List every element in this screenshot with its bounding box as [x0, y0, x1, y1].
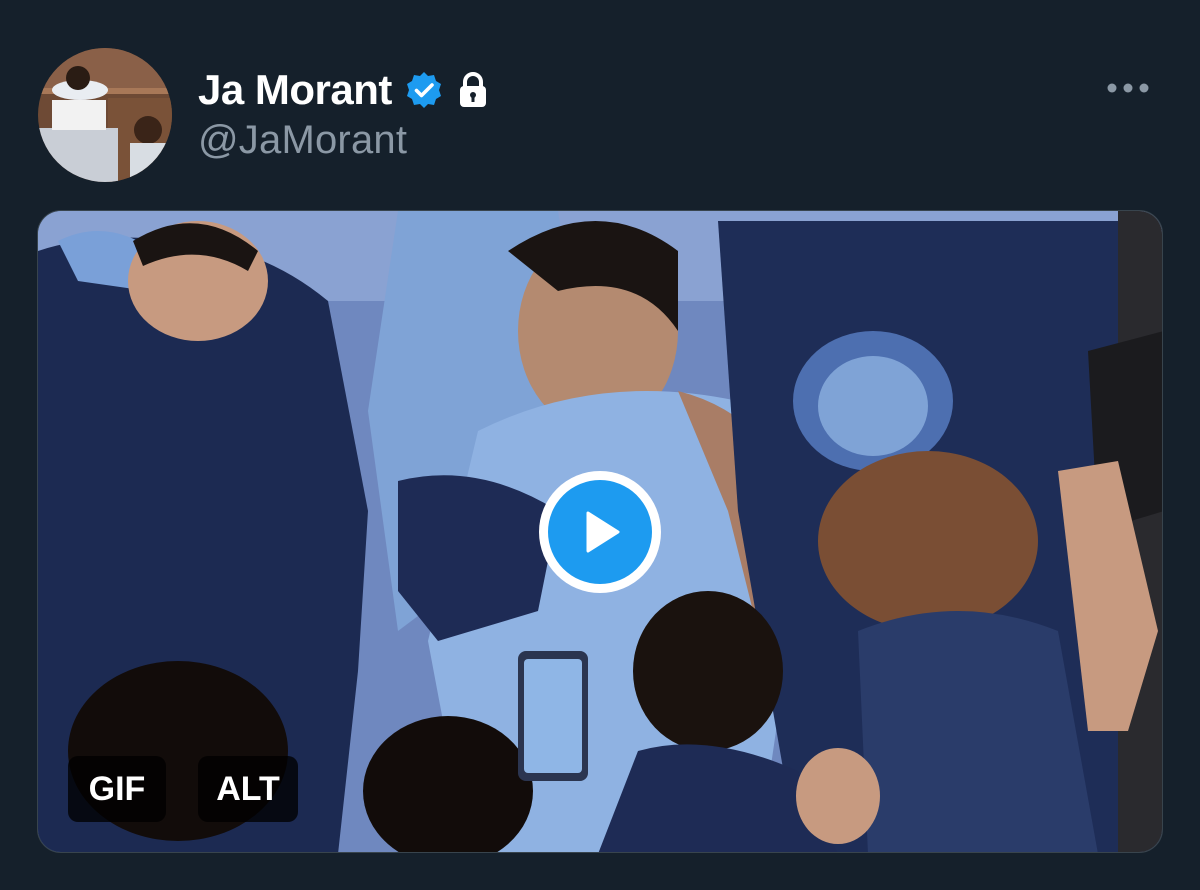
- lock-icon: [456, 71, 490, 109]
- avatar-image: [38, 48, 172, 182]
- media-gif[interactable]: GIF ALT: [37, 210, 1163, 853]
- name-row: Ja Morant: [198, 62, 490, 118]
- more-horizontal-icon: [1107, 83, 1149, 93]
- avatar[interactable]: [38, 48, 172, 182]
- alt-text-button[interactable]: ALT: [198, 756, 298, 822]
- play-button[interactable]: [539, 471, 661, 593]
- user-handle[interactable]: @JaMorant: [198, 118, 407, 163]
- display-name[interactable]: Ja Morant: [198, 66, 392, 114]
- gif-badge: GIF: [68, 756, 166, 822]
- more-options-button[interactable]: [1098, 70, 1158, 106]
- verified-badge-icon: [404, 70, 444, 110]
- tweet: Ja Morant @JaMorant GIF ALT: [0, 0, 1200, 890]
- play-icon: [548, 480, 652, 584]
